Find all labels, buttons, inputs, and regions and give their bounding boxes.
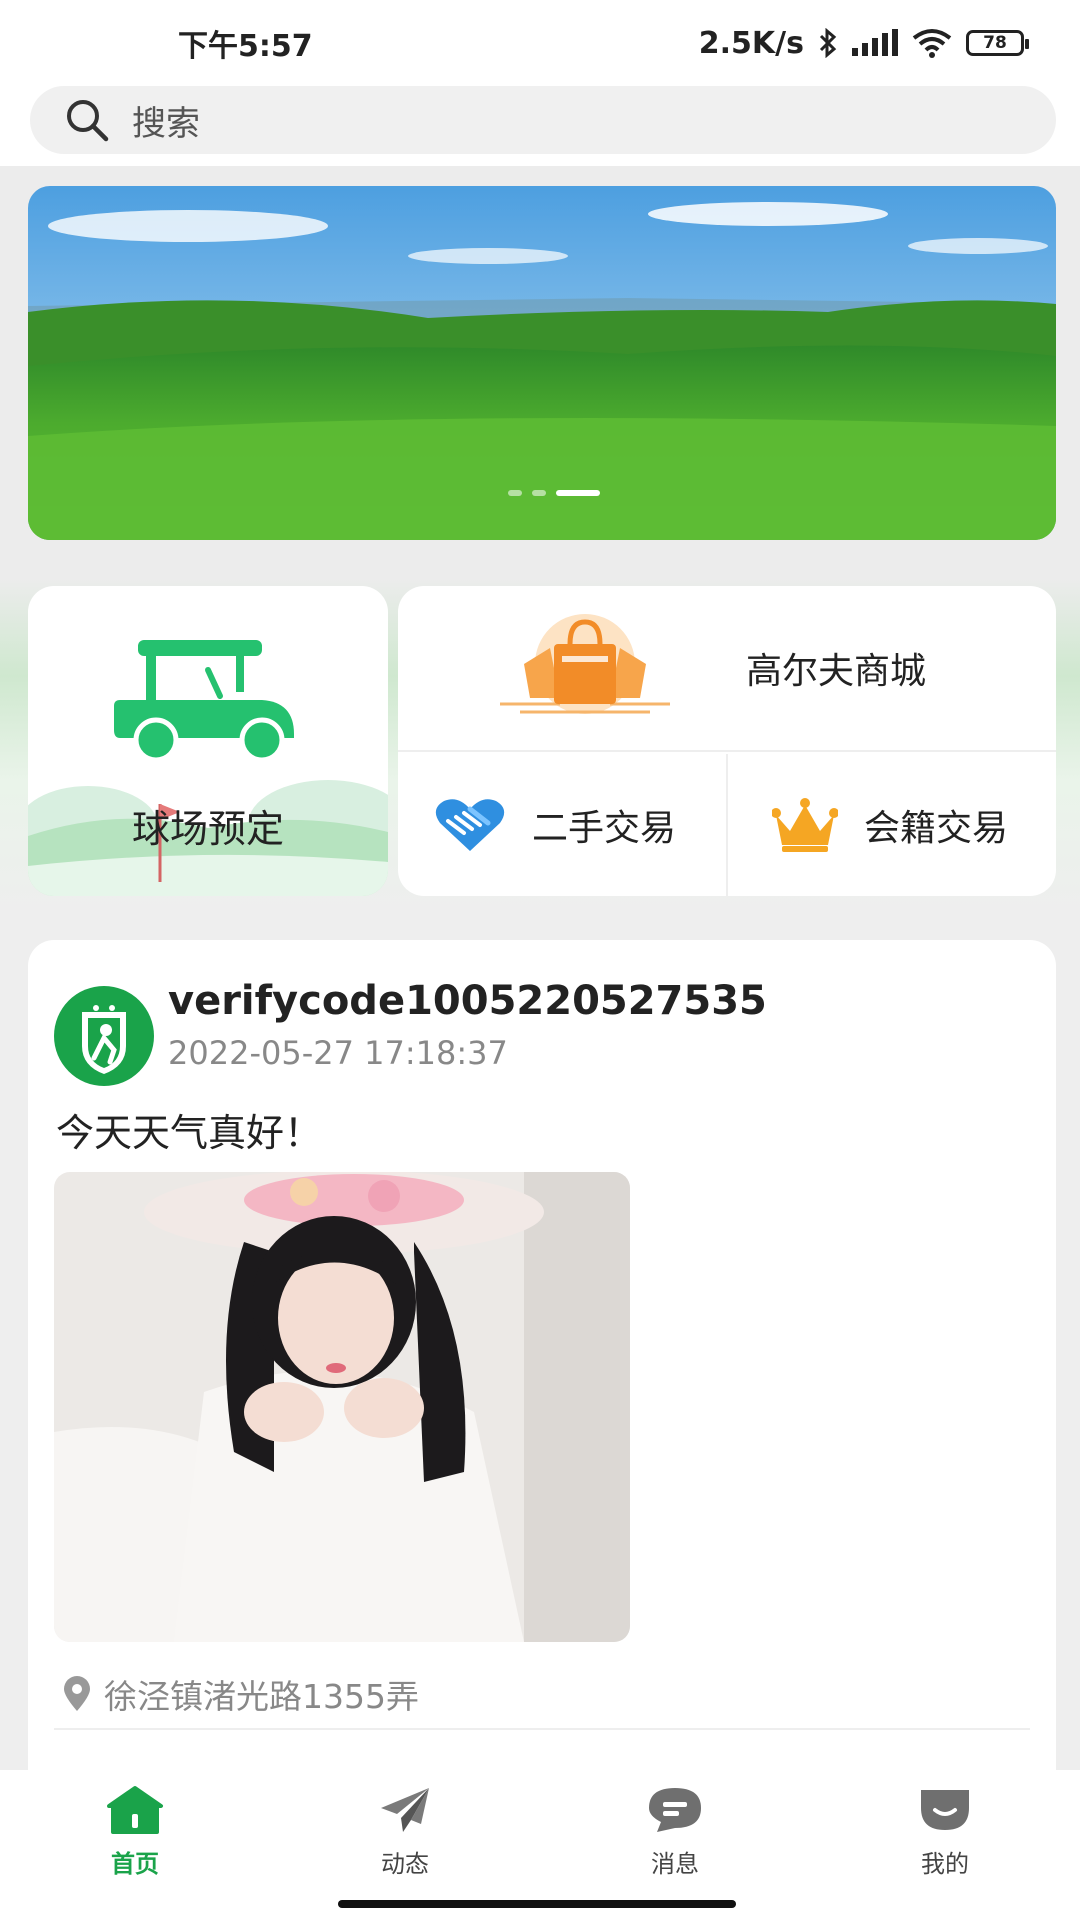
- battery-level: 78: [983, 33, 1007, 53]
- court-booking-card[interactable]: 球场预定: [28, 586, 388, 896]
- golf-cart-icon: [114, 640, 294, 762]
- chat-icon: [649, 1788, 701, 1832]
- divider: [54, 1728, 1030, 1730]
- post-photo[interactable]: [54, 1172, 630, 1642]
- banner-image: [28, 186, 1056, 540]
- golf-shop-button[interactable]: 高尔夫商城: [398, 586, 1056, 752]
- nav-home-label: 首页: [111, 1850, 159, 1878]
- membership-trade-button[interactable]: 会籍交易: [730, 754, 1056, 896]
- home-indicator[interactable]: [338, 1900, 736, 1908]
- services-card: 高尔夫商城 二手交易 会籍交易: [398, 586, 1056, 896]
- bottom-nav: 首页 动态 消息 我的: [0, 1770, 1080, 1920]
- carousel-dot: [508, 490, 522, 496]
- golf-shop-label: 高尔夫商城: [746, 651, 927, 692]
- profile-icon: [921, 1790, 969, 1830]
- search-icon: [67, 100, 109, 142]
- post-location[interactable]: 徐泾镇渚光路1355弄: [62, 1670, 419, 1718]
- membership-label: 会籍交易: [864, 808, 1009, 849]
- nav-home[interactable]: 首页: [55, 1784, 215, 1894]
- status-icons: 2.5K/s 78: [698, 25, 1029, 61]
- wifi-icon: [912, 29, 952, 58]
- avatar[interactable]: [54, 986, 154, 1086]
- signal-icon: [852, 29, 898, 56]
- shopping-bag-icon: [500, 614, 670, 714]
- search-area: 搜索: [0, 86, 1080, 166]
- paper-plane-icon: [381, 1788, 429, 1832]
- carousel-indicator: [508, 490, 600, 496]
- home-icon: [107, 1786, 163, 1834]
- court-booking-label: 球场预定: [131, 807, 284, 851]
- secondhand-trade-button[interactable]: 二手交易: [398, 754, 728, 896]
- crown-icon: [772, 798, 838, 852]
- post-timestamp: 2022-05-27 17:18:37: [168, 1034, 508, 1072]
- status-bar: 下午5:57 2.5K/s 78: [0, 0, 1080, 86]
- location-pin-icon: [64, 1676, 90, 1711]
- nav-profile[interactable]: 我的: [865, 1784, 1025, 1894]
- banner-carousel[interactable]: [28, 186, 1056, 540]
- nav-profile-label: 我的: [921, 1850, 969, 1878]
- nav-feed-label: 动态: [381, 1850, 429, 1878]
- battery-icon: 78: [966, 30, 1029, 56]
- post-content: 今天天气真好！: [56, 1111, 323, 1155]
- location-text: 徐泾镇渚光路1355弄: [104, 1677, 419, 1716]
- handshake-heart-icon: [435, 799, 505, 851]
- post-photo-image: [54, 1172, 630, 1642]
- nav-messages-label: 消息: [651, 1850, 699, 1878]
- search-placeholder: 搜索: [132, 103, 200, 144]
- secondhand-label: 二手交易: [532, 808, 677, 849]
- nav-feed[interactable]: 动态: [325, 1784, 485, 1894]
- network-speed: 2.5K/s: [698, 25, 804, 61]
- bluetooth-icon: [819, 28, 837, 58]
- carousel-dot: [532, 490, 546, 496]
- carousel-dot-active: [556, 490, 600, 496]
- nav-messages[interactable]: 消息: [595, 1784, 755, 1894]
- post-username[interactable]: verifycode1005220527535: [168, 978, 767, 1024]
- status-time: 下午5:57: [178, 29, 313, 64]
- search-input[interactable]: 搜索: [30, 86, 1056, 154]
